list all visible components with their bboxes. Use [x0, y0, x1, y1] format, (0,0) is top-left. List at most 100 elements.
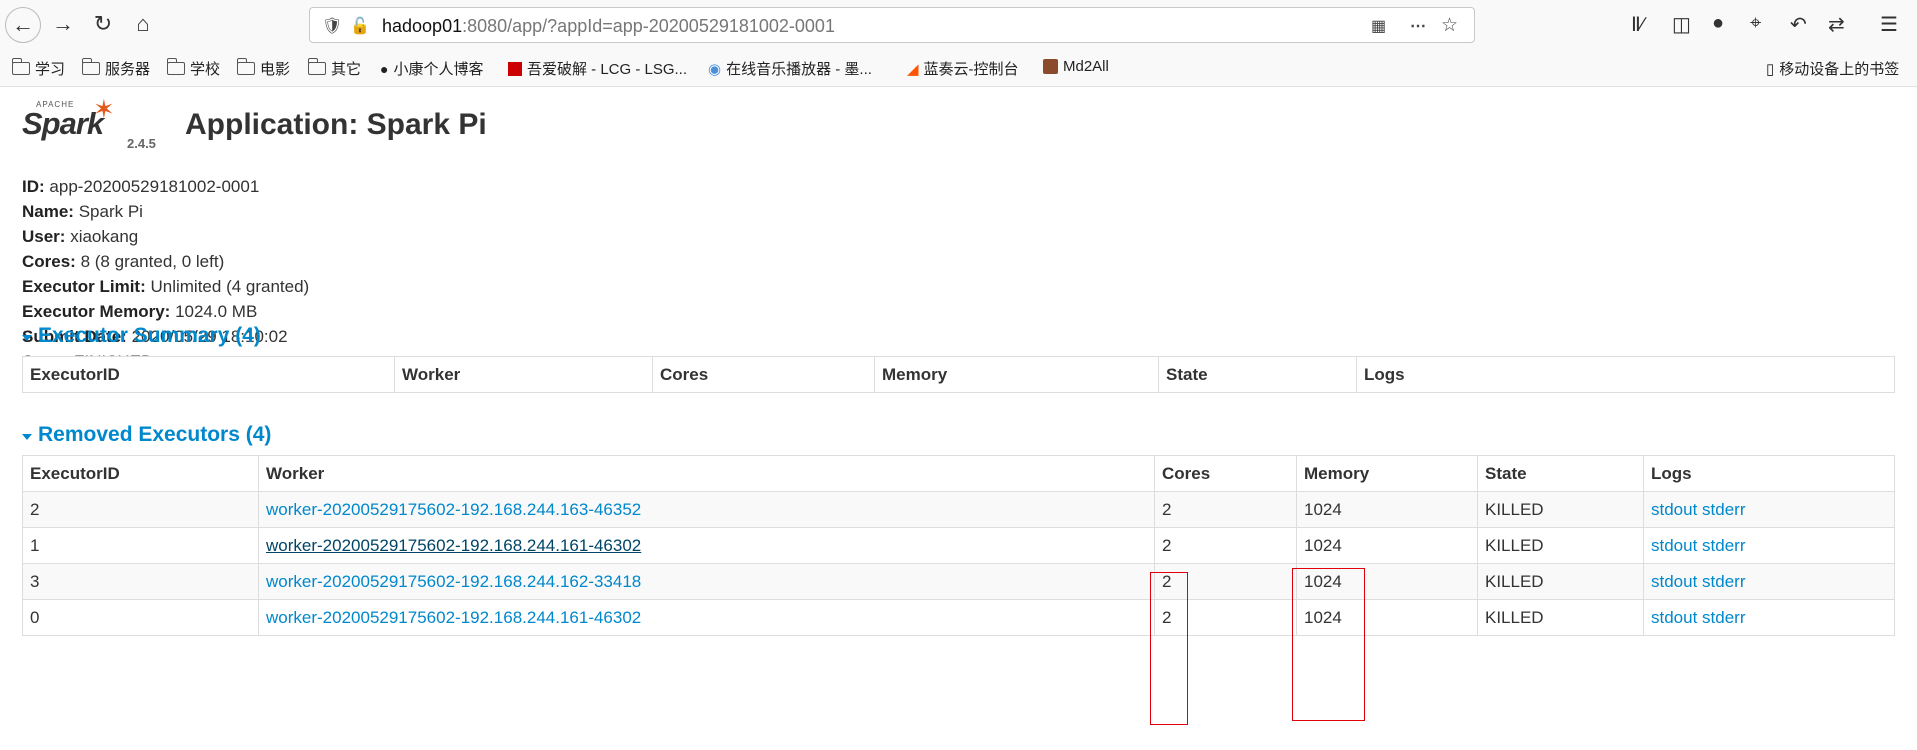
info-cores: Cores: 8 (8 granted, 0 left)	[22, 252, 225, 271]
col-state[interactable]: State	[1158, 356, 1357, 393]
state-value: KILLED	[1477, 599, 1644, 636]
extension-icon[interactable]: ●	[1712, 12, 1724, 35]
stderr-link[interactable]: stderr	[1702, 500, 1745, 519]
table-row: 1 worker-20200529175602-192.168.244.161-…	[22, 527, 1895, 564]
nav-bar: ← → ↻ ⌂ 🛡 🔓 hadoop01:8080/app/?appId=app…	[0, 0, 1917, 50]
executor-id: 1	[22, 527, 259, 564]
bookmark-link[interactable]: ◉ 在线音乐播放器 - 墨...	[708, 58, 872, 79]
bookmark-link[interactable]: ● 小康个人博客	[380, 58, 483, 79]
memory-highlight-box	[1292, 568, 1365, 721]
cores-highlight-box	[1150, 572, 1188, 725]
state-value: KILLED	[1477, 563, 1644, 600]
bookmark-folder[interactable]: 服务器	[81, 58, 150, 79]
page-title: Application: Spark Pi	[185, 108, 487, 141]
col-memory[interactable]: Memory	[874, 356, 1159, 393]
52pojie-favicon-icon	[508, 61, 522, 76]
col-worker[interactable]: Worker	[258, 455, 1155, 492]
folder-icon	[236, 58, 255, 75]
state-value: KILLED	[1477, 527, 1644, 564]
memory-value: 1024	[1296, 491, 1478, 528]
col-executor-id[interactable]: ExecutorID	[22, 455, 259, 492]
blog-favicon-icon: ●	[380, 60, 389, 77]
info-name: Name: Spark Pi	[22, 202, 143, 221]
shield-icon[interactable]: 🛡	[322, 16, 342, 36]
page-content: APACHE Spark ✶ 2.4.5 Application: Spark …	[22, 86, 1895, 636]
reload-icon[interactable]: ↻	[86, 7, 120, 41]
removed-executors-table: ExecutorID Worker Cores Memory State Log…	[22, 455, 1895, 636]
info-executor-limit: Executor Limit: Unlimited (4 granted)	[22, 277, 310, 296]
bookmark-folder[interactable]: 其它	[307, 58, 361, 79]
worker-link[interactable]: worker-20200529175602-192.168.244.161-46…	[266, 608, 641, 627]
bookmarks-bar: 学习 服务器 学校 电影 其它 ● 小康个人博客 吾爱破解 - LCG - LSG…	[0, 50, 1917, 86]
bookmark-link[interactable]: 吾爱破解 - LCG - LSG...	[508, 58, 687, 79]
cores-value: 2	[1154, 527, 1297, 564]
state-value: KILLED	[1477, 491, 1644, 528]
table-row: 0 worker-20200529175602-192.168.244.161-…	[22, 599, 1895, 636]
info-id: ID: app-20200529181002-0001	[22, 177, 260, 196]
bookmark-folder[interactable]: 学校	[166, 58, 220, 79]
removed-executors-toggle[interactable]: Removed Executors (4)	[22, 423, 271, 447]
back-icon[interactable]: ←	[5, 7, 41, 43]
table-row: 2 worker-20200529175602-192.168.244.163-…	[22, 491, 1895, 528]
bookmark-link[interactable]: Md2All	[1043, 58, 1109, 75]
col-logs[interactable]: Logs	[1643, 455, 1895, 492]
qr-code-icon[interactable]: ▦	[1371, 16, 1386, 36]
folder-icon	[307, 58, 326, 75]
col-executor-id[interactable]: ExecutorID	[22, 356, 395, 393]
insecure-lock-icon[interactable]: 🔓	[350, 16, 370, 36]
folder-icon	[81, 58, 100, 75]
stdout-link[interactable]: stdout	[1651, 500, 1697, 519]
mobile-device-icon: ▯	[1766, 60, 1775, 78]
executor-id: 2	[22, 491, 259, 528]
stderr-link[interactable]: stderr	[1702, 608, 1745, 627]
cores-value: 2	[1154, 491, 1297, 528]
mobile-bookmarks[interactable]: ▯ 移动设备上的书签	[1766, 58, 1899, 79]
col-worker[interactable]: Worker	[394, 356, 653, 393]
stdout-link[interactable]: stdout	[1651, 572, 1697, 591]
folder-icon	[166, 58, 185, 75]
executor-summary-table: ExecutorID Worker Cores Memory State Log…	[22, 356, 1895, 393]
bookmark-star-icon[interactable]: ☆	[1441, 14, 1458, 37]
bookmark-link[interactable]: ◢ 蓝奏云-控制台	[907, 58, 1019, 79]
forward-icon[interactable]: →	[46, 7, 80, 41]
lanzou-favicon-icon: ◢	[907, 60, 919, 78]
worker-link[interactable]: worker-20200529175602-192.168.244.162-33…	[266, 572, 641, 591]
stdout-link[interactable]: stdout	[1651, 608, 1697, 627]
executor-id: 0	[22, 599, 259, 636]
stderr-link[interactable]: stderr	[1702, 536, 1745, 555]
folder-icon	[11, 58, 30, 75]
more-actions-icon[interactable]: ⋯	[1410, 16, 1426, 36]
executor-summary-toggle[interactable]: Executor Summary (4)	[22, 324, 261, 348]
col-state[interactable]: State	[1477, 455, 1644, 492]
memory-value: 1024	[1296, 527, 1478, 564]
sidebar-icon[interactable]: ◫	[1672, 12, 1691, 37]
bookmark-folder[interactable]: 学习	[11, 58, 65, 79]
info-user: User: xiaokang	[22, 227, 139, 246]
library-icon[interactable]: Ⅱ∕	[1631, 12, 1644, 37]
undo-close-tab-icon[interactable]: ↶	[1790, 12, 1807, 37]
md2all-favicon-icon	[1043, 59, 1058, 74]
bookmark-folder[interactable]: 电影	[236, 58, 290, 79]
executor-id: 3	[22, 563, 259, 600]
caret-down-icon	[22, 334, 32, 341]
menu-icon[interactable]: ☰	[1880, 12, 1898, 37]
screenshot-icon[interactable]: ⌖	[1750, 12, 1761, 35]
spark-version: 2.4.5	[127, 136, 156, 151]
spark-star-icon: ✶	[93, 94, 115, 124]
stderr-link[interactable]: stderr	[1702, 572, 1745, 591]
col-memory[interactable]: Memory	[1296, 455, 1478, 492]
col-logs[interactable]: Logs	[1356, 356, 1895, 393]
browser-toolbar: ← → ↻ ⌂ 🛡 🔓 hadoop01:8080/app/?appId=app…	[0, 0, 1917, 87]
translate-icon[interactable]: ⇄	[1828, 12, 1845, 37]
stdout-link[interactable]: stdout	[1651, 536, 1697, 555]
address-bar[interactable]: 🛡 🔓 hadoop01:8080/app/?appId=app-2020052…	[309, 7, 1475, 43]
url-text[interactable]: hadoop01:8080/app/?appId=app-20200529181…	[382, 16, 835, 37]
worker-link[interactable]: worker-20200529175602-192.168.244.161-46…	[266, 536, 641, 555]
col-cores[interactable]: Cores	[1154, 455, 1297, 492]
globe-icon: ◉	[708, 60, 722, 78]
home-icon[interactable]: ⌂	[126, 7, 160, 41]
worker-link[interactable]: worker-20200529175602-192.168.244.163-46…	[266, 500, 641, 519]
info-executor-memory: Executor Memory: 1024.0 MB	[22, 302, 258, 321]
col-cores[interactable]: Cores	[652, 356, 875, 393]
table-row: 3 worker-20200529175602-192.168.244.162-…	[22, 563, 1895, 600]
